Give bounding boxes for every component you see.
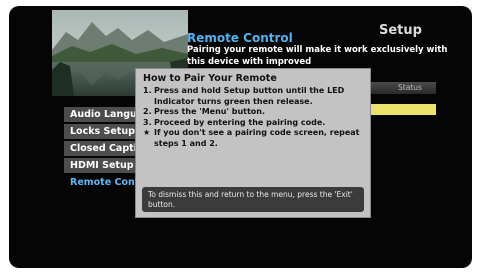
- tv-screen: Remote Control Setup Pairing your remote…: [9, 6, 472, 268]
- list-item: 1. Press and hold Setup button until the…: [143, 86, 371, 107]
- menu-item-locks-setup[interactable]: Locks Setup: [64, 124, 138, 139]
- section-title: Setup: [379, 23, 422, 38]
- dismiss-note: To dismiss this and return to the menu, …: [142, 187, 364, 212]
- step-text: Press and hold Setup button until the LE…: [154, 86, 345, 106]
- list-item: 3. Proceed by entering the pairing code.: [143, 118, 371, 129]
- step-text: Proceed by entering the pairing code.: [154, 117, 326, 127]
- menu-item-audio-language[interactable]: Audio Language: [64, 107, 138, 122]
- pairing-help-dialog: How to Pair Your Remote 1. Press and hol…: [135, 68, 371, 218]
- menu-item-hdmi-setup[interactable]: HDMI Setup: [64, 158, 138, 173]
- menu-item-remote-control[interactable]: Remote Control: [64, 175, 138, 190]
- page-title: Remote Control: [187, 31, 293, 45]
- status-label: Status: [398, 83, 422, 92]
- list-item: ★ If you don't see a pairing code screen…: [143, 128, 371, 149]
- step-marker: 3.: [143, 117, 152, 127]
- dialog-title: How to Pair Your Remote: [143, 73, 277, 84]
- step-text: If you don't see a pairing code screen, …: [154, 128, 360, 148]
- step-marker: 2.: [143, 107, 152, 116]
- star-icon: ★: [143, 128, 151, 137]
- step-text: Press the 'Menu' button.: [154, 107, 266, 116]
- list-item: 2. Press the 'Menu' button.: [143, 107, 371, 118]
- step-marker: 1.: [143, 86, 152, 95]
- page-description: Pairing your remote will make it work ex…: [187, 45, 448, 67]
- pairing-steps-list: 1. Press and hold Setup button until the…: [143, 86, 371, 149]
- selected-row-highlight: [369, 104, 436, 115]
- menu-item-closed-captioning[interactable]: Closed Captioning: [64, 141, 138, 156]
